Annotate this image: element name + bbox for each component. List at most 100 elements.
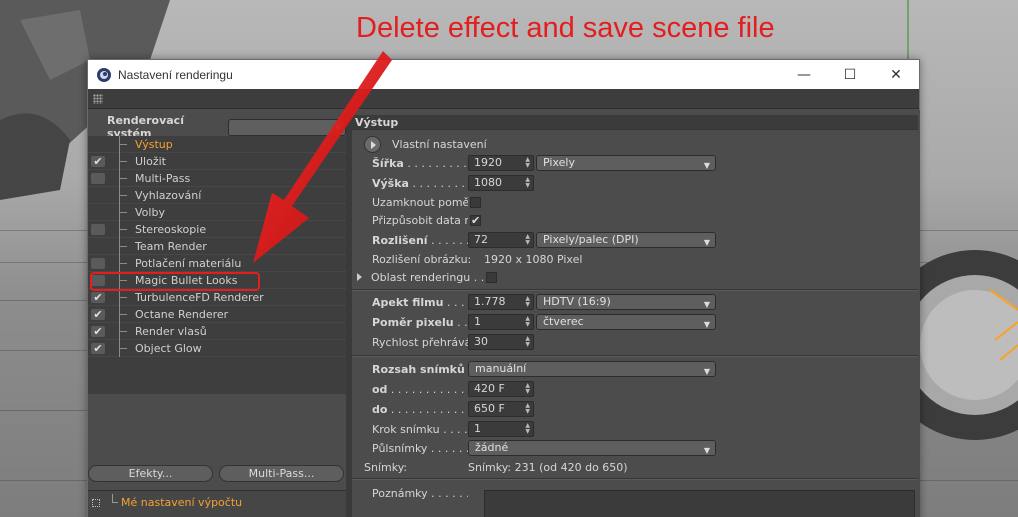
list-item-multipass[interactable]: Multi-Pass	[88, 169, 346, 187]
output-settings-panel: Výstup Vlastní nastavení Šířka . . . . .…	[352, 110, 920, 517]
list-item-object-glow[interactable]: ✔ Object Glow	[88, 339, 346, 357]
adapt-rate-checkbox[interactable]: ✔	[470, 214, 481, 226]
height-label: Výška . . . . . . . . . . . .	[372, 176, 468, 190]
list-item-vystup[interactable]: Výstup	[88, 135, 346, 153]
lock-ratio-label: Uzamknout poměr . .	[372, 195, 468, 209]
to-label: do . . . . . . . . . . . . . . . .	[372, 402, 468, 416]
step-row: Krok snímku . . . . . . . . 1▲▼	[352, 420, 534, 438]
fps-input[interactable]: 30 ▲ ▼	[468, 334, 534, 350]
tree-connector	[115, 186, 135, 204]
checkbox[interactable]: ✔	[91, 291, 105, 303]
tree-connector	[115, 254, 135, 272]
custom-settings-row: Vlastní nastavení	[352, 135, 487, 153]
title-bar: Nastavení renderingu — ☐ ✕	[88, 60, 919, 89]
section-header: Výstup	[352, 115, 918, 130]
grip-icon[interactable]	[93, 94, 103, 104]
fields-row: Půlsnímky . . . . . . . žádné▼	[352, 439, 716, 457]
list-item-label: Uložit	[135, 154, 166, 168]
step-input[interactable]: 1 ▲ ▼	[468, 421, 534, 437]
list-item-render-vlasu[interactable]: ✔ Render vlasů	[88, 322, 346, 340]
checkbox[interactable]: ✔	[91, 308, 105, 320]
checkbox-empty	[91, 139, 105, 150]
adapt-rate-row: Přizpůsobit data rate ✔	[352, 211, 481, 229]
preset-item[interactable]: Mé nastavení výpočtu	[121, 496, 242, 509]
checkbox[interactable]	[91, 172, 105, 184]
multipass-button[interactable]: Multi-Pass...	[219, 465, 344, 482]
notes-label: Poznámky . . . . . . . . .	[372, 486, 468, 500]
cinema4d-app-icon	[97, 67, 111, 82]
render-region-checkbox[interactable]	[486, 271, 498, 283]
divider	[352, 355, 918, 357]
minimize-button[interactable]: —	[781, 60, 827, 89]
list-item-ulozit[interactable]: ✔ Uložit	[88, 152, 346, 170]
checkbox[interactable]: ✔	[91, 155, 105, 167]
notes-textarea[interactable]	[484, 490, 915, 517]
lock-ratio-checkbox[interactable]	[470, 196, 481, 208]
effects-button[interactable]: Efekty...	[88, 465, 213, 482]
pixel-ratio-dropdown[interactable]: čtverec ▼	[536, 314, 716, 330]
list-item-octane[interactable]: ✔ Octane Renderer	[88, 305, 346, 323]
frame-range-row: Rozsah snímků . . . manuální▼	[352, 360, 716, 378]
play-icon[interactable]	[364, 135, 381, 153]
checkbox[interactable]	[91, 257, 105, 269]
annotation-banner: Delete effect and save scene file	[356, 12, 775, 44]
maximize-button[interactable]: ☐	[827, 60, 873, 89]
custom-settings-label: Vlastní nastavení	[392, 137, 487, 151]
divider	[352, 478, 918, 480]
list-item-volby[interactable]: Volby	[88, 203, 346, 221]
preset-panel: Mé nastavení výpočtu	[88, 490, 346, 517]
resolution-label: Rozlišení . . . . . . . . .	[372, 233, 468, 247]
step-label: Krok snímku . . . . . . . .	[372, 422, 468, 436]
tree-connector	[115, 237, 135, 255]
from-input[interactable]: 420 F ▲ ▼	[468, 381, 534, 397]
resolution-input[interactable]: 72 ▲ ▼	[468, 232, 534, 248]
list-item-vyhlazovani[interactable]: Vyhlazování	[88, 186, 346, 204]
list-item-team-render[interactable]: Team Render	[88, 237, 346, 255]
tree-connector	[115, 288, 135, 306]
pixel-ratio-input[interactable]: 1 ▲ ▼	[468, 314, 534, 330]
fields-dropdown[interactable]: žádné ▼	[468, 440, 716, 456]
to-input[interactable]: 650 F ▲ ▼	[468, 401, 534, 417]
tree-connector	[112, 494, 118, 503]
list-item-potlaceni-materialu[interactable]: Potlačení materiálu	[88, 254, 346, 272]
checkbox[interactable]: ✔	[91, 342, 105, 354]
section-title: Výstup	[355, 116, 399, 129]
render-settings-window: Nastavení renderingu — ☐ ✕ Renderovací s…	[87, 59, 920, 517]
annotation-highlight-box	[90, 272, 260, 291]
to-row: do . . . . . . . . . . . . . . . . 650 F…	[352, 400, 534, 418]
expand-triangle-icon[interactable]	[357, 273, 362, 281]
resolution-row: Rozlišení . . . . . . . . . 72▲▼ Pixely/…	[352, 231, 716, 249]
tree-connector	[115, 203, 135, 221]
list-item-label: Multi-Pass	[135, 171, 191, 185]
list-item-turbulencefd[interactable]: ✔ TurbulenceFD Renderer	[88, 288, 346, 306]
width-unit-dropdown[interactable]: Pixely ▼	[536, 155, 716, 171]
checkbox-empty	[91, 190, 105, 201]
list-item-label: Volby	[135, 205, 165, 219]
tree-connector	[115, 339, 135, 357]
checkbox[interactable]	[91, 223, 105, 235]
film-aspect-row: Apekt filmu . . . . . . . 1.778▲▼ HDTV (…	[352, 293, 716, 311]
width-input[interactable]: 1920 ▲ ▼	[468, 155, 534, 171]
render-system-dropdown[interactable]: ▼	[227, 118, 346, 136]
width-row: Šířka . . . . . . . . . . . . 1920▲▼ Pix…	[352, 154, 716, 172]
from-row: od . . . . . . . . . . . . . . . . 420 F…	[352, 380, 534, 398]
image-res-label: Rozlišení obrázku:	[372, 252, 472, 266]
adapt-rate-label: Přizpůsobit data rate	[372, 213, 468, 227]
resolution-unit-dropdown[interactable]: Pixely/palec (DPI) ▼	[536, 232, 716, 248]
height-row: Výška . . . . . . . . . . . . 1080▲▼	[352, 174, 534, 192]
film-aspect-input[interactable]: 1.778 ▲ ▼	[468, 294, 534, 310]
list-item-stereoskopie[interactable]: Stereoskopie	[88, 220, 346, 238]
frame-range-label: Rozsah snímků . . .	[372, 362, 465, 376]
list-item-label: Object Glow	[135, 341, 202, 355]
list-item-label: Stereoskopie	[135, 222, 207, 236]
pixel-ratio-row: Poměr pixelu . . . . . 1▲▼ čtverec▼	[352, 313, 716, 331]
film-aspect-label: Apekt filmu . . . . . . .	[372, 295, 468, 309]
tree-connector	[115, 322, 135, 340]
tree-connector	[115, 220, 135, 238]
height-input[interactable]: 1080 ▲ ▼	[468, 175, 534, 191]
film-aspect-dropdown[interactable]: HDTV (16:9) ▼	[536, 294, 716, 310]
checkbox[interactable]: ✔	[91, 325, 105, 337]
image-res-value: 1920 x 1080 Pixel	[484, 252, 583, 266]
close-button[interactable]: ✕	[873, 60, 919, 89]
frame-range-dropdown[interactable]: manuální ▼	[468, 361, 716, 377]
